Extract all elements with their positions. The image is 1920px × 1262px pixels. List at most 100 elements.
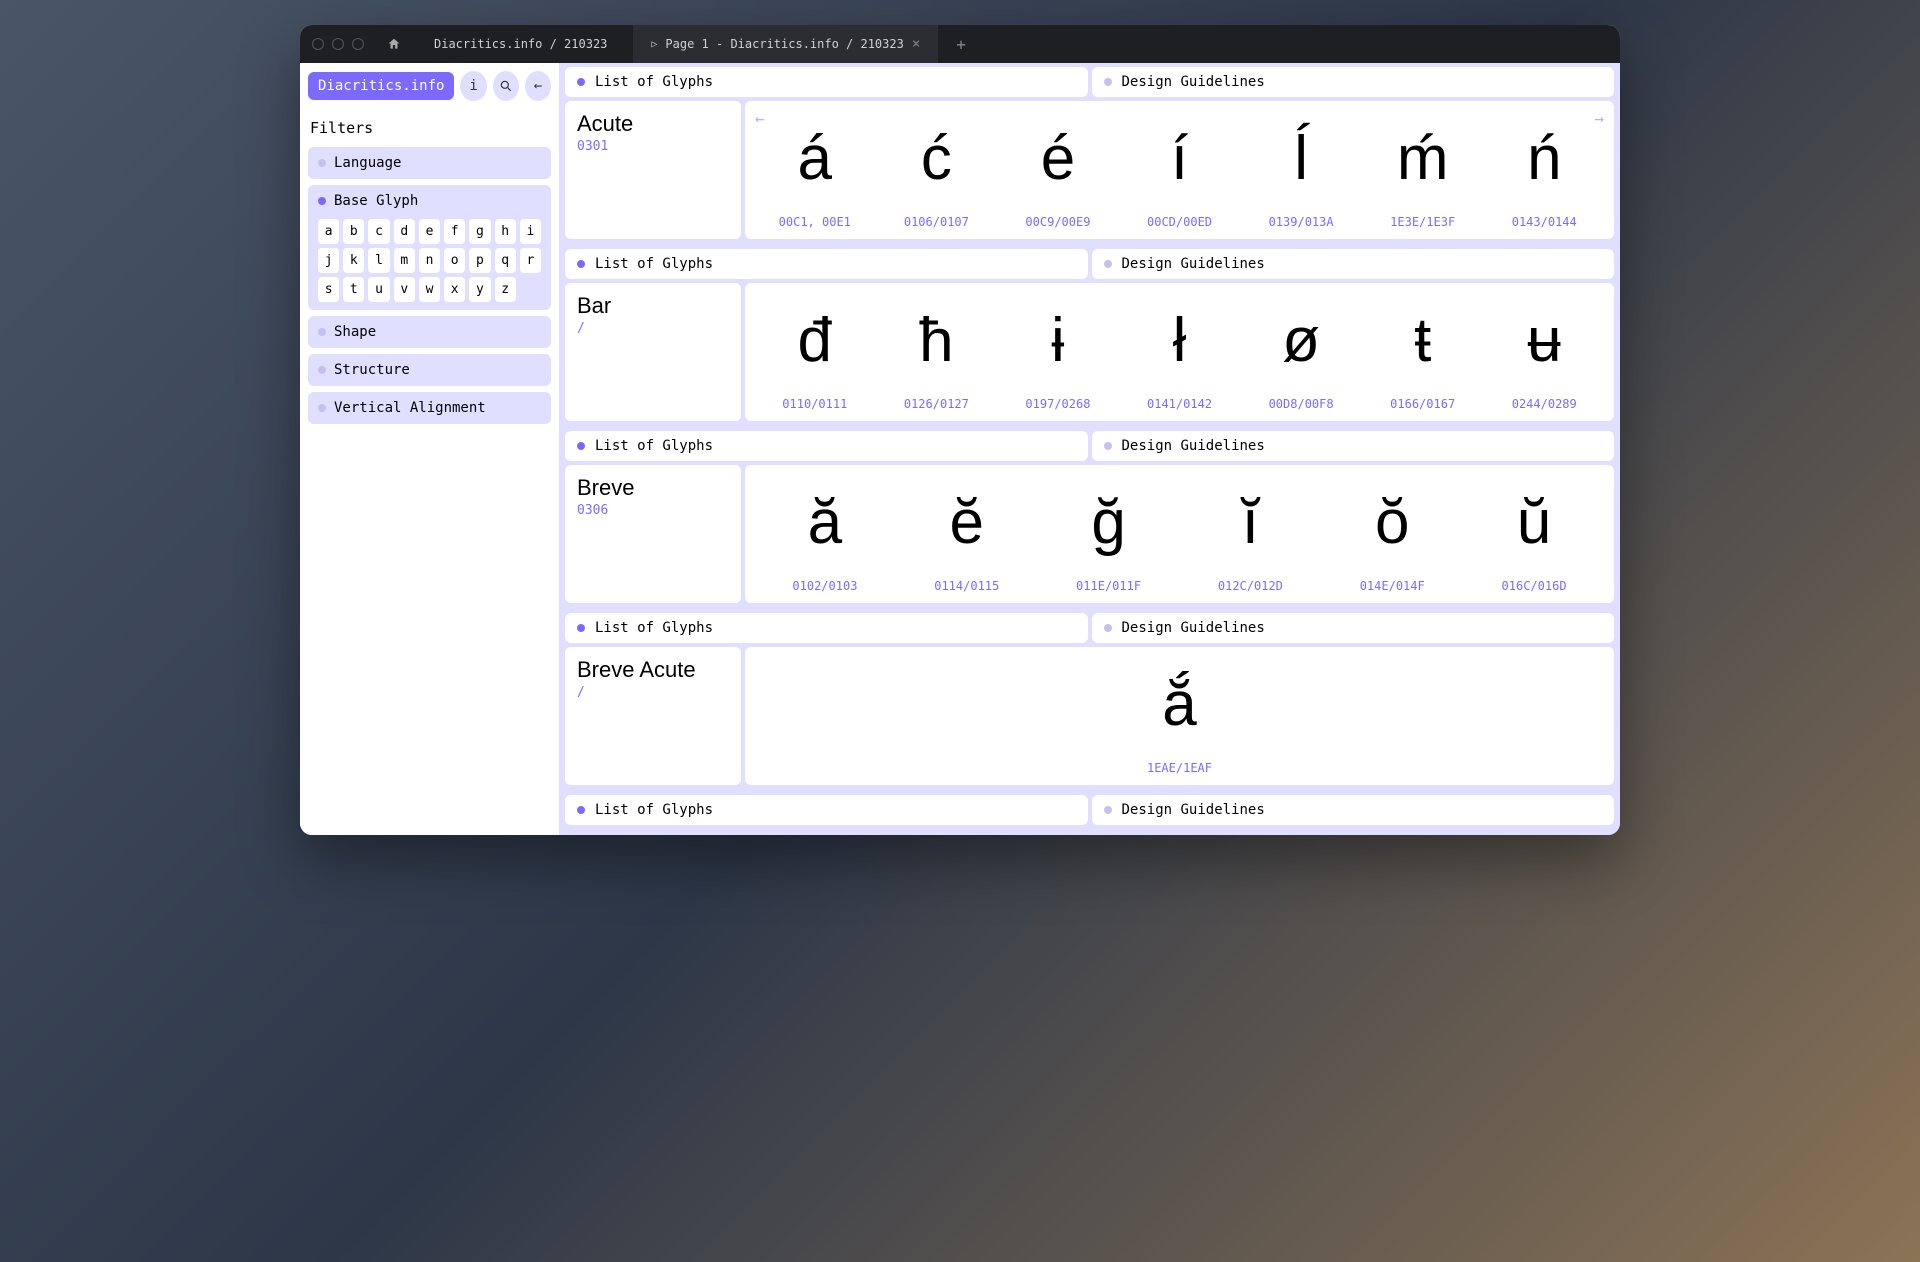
next-arrow-icon[interactable]: → <box>1594 109 1604 128</box>
diacritic-code: / <box>577 685 729 700</box>
tab-design-guidelines[interactable]: Design Guidelines <box>1092 431 1615 461</box>
glyph-cell[interactable]: l <box>368 248 389 273</box>
diacritic-name: Bar <box>577 293 729 319</box>
tab-design-guidelines[interactable]: Design Guidelines <box>1092 613 1615 643</box>
filter-label: Structure <box>334 362 410 378</box>
glyph-item[interactable]: ł0141/0142 <box>1124 291 1236 411</box>
glyph-char: ø <box>1245 301 1357 382</box>
glyph-unicode: 016C/016D <box>1468 579 1600 593</box>
dot-icon <box>577 806 585 814</box>
filter-language[interactable]: Language <box>308 147 551 179</box>
glyph-item[interactable]: ắ1EAE/1EAF <box>759 655 1600 775</box>
close-window-button[interactable] <box>312 38 324 50</box>
glyph-cell[interactable]: t <box>343 277 364 302</box>
tab-design-guidelines[interactable]: Design Guidelines <box>1092 249 1615 279</box>
glyph-cell[interactable]: w <box>419 277 440 302</box>
tab-list-of-glyphs[interactable]: List of Glyphs <box>565 795 1088 825</box>
home-button[interactable] <box>380 30 408 58</box>
glyph-cell[interactable]: v <box>394 277 415 302</box>
glyph-char: ŏ <box>1326 483 1458 564</box>
new-tab-button[interactable]: + <box>946 35 976 54</box>
tab-list-of-glyphs[interactable]: List of Glyphs <box>565 249 1088 279</box>
glyph-char: í <box>1124 119 1236 200</box>
tab-list-of-glyphs[interactable]: List of Glyphs <box>565 67 1088 97</box>
glyph-item[interactable]: ŭ016C/016D <box>1468 473 1600 593</box>
glyph-item[interactable]: ŏ 014E/014F <box>1326 473 1458 593</box>
tab-label: List of Glyphs <box>595 74 713 90</box>
maximize-window-button[interactable] <box>352 38 364 50</box>
glyph-item[interactable]: ŧ0166/0167 <box>1367 291 1479 411</box>
glyph-cell[interactable]: o <box>444 248 465 273</box>
back-button[interactable]: ← <box>525 71 551 101</box>
glyph-cell[interactable]: i <box>520 219 541 244</box>
info-button[interactable]: i <box>460 71 486 101</box>
glyph-item[interactable]: ɨ0197/0268 <box>1002 291 1114 411</box>
glyph-cell[interactable]: b <box>343 219 364 244</box>
glyph-unicode: 0197/0268 <box>1002 397 1114 411</box>
glyph-cell[interactable]: f <box>444 219 465 244</box>
glyph-char: ń <box>1488 119 1600 200</box>
glyph-cell[interactable]: a <box>318 219 339 244</box>
glyph-cell[interactable]: n <box>419 248 440 273</box>
glyph-unicode: 1EAE/1EAF <box>759 761 1600 775</box>
glyph-cell[interactable]: p <box>469 248 490 273</box>
glyph-item[interactable]: ħ0126/0127 <box>881 291 993 411</box>
glyph-item[interactable]: á00C1, 00E1 <box>759 109 871 229</box>
prev-arrow-icon[interactable]: ← <box>755 109 765 128</box>
glyph-cell[interactable]: x <box>444 277 465 302</box>
glyph-item[interactable]: ğ011E/011F <box>1043 473 1175 593</box>
close-tab-icon[interactable]: × <box>912 36 920 52</box>
glyph-cell[interactable]: r <box>520 248 541 273</box>
glyph-char: ḿ <box>1367 119 1479 200</box>
tab-breadcrumb[interactable]: Diacritics.info / 210323 <box>416 25 625 63</box>
glyph-item[interactable]: ĕ0114/0115 <box>901 473 1033 593</box>
tab-list-of-glyphs[interactable]: List of Glyphs <box>565 431 1088 461</box>
filter-base-glyph[interactable]: Base Glyph abcdefghijklmnopqrstuvwxyz <box>308 185 551 310</box>
glyph-item[interactable]: ĭ012C/012D <box>1184 473 1316 593</box>
filter-vertical-alignment[interactable]: Vertical Alignment <box>308 392 551 424</box>
glyph-item[interactable]: ʉ0244/0289 <box>1488 291 1600 411</box>
glyph-cell[interactable]: h <box>495 219 516 244</box>
glyph-cell[interactable]: k <box>343 248 364 273</box>
tab-label: Design Guidelines <box>1122 802 1265 818</box>
glyph-unicode: 014E/014F <box>1326 579 1458 593</box>
filters-title: Filters <box>308 115 551 147</box>
filter-shape[interactable]: Shape <box>308 316 551 348</box>
glyph-cell[interactable]: q <box>495 248 516 273</box>
glyph-item[interactable]: ă0102/0103 <box>759 473 891 593</box>
glyph-item[interactable]: ń0143/0144 <box>1488 109 1600 229</box>
glyph-cell[interactable]: y <box>469 277 490 302</box>
glyph-item[interactable]: ć0106/0107 <box>881 109 993 229</box>
diacritic-label: Breve0306 <box>565 465 741 603</box>
glyph-item[interactable]: í00CD/00ED <box>1124 109 1236 229</box>
minimize-window-button[interactable] <box>332 38 344 50</box>
glyph-char: đ <box>759 301 871 382</box>
glyph-item[interactable]: ĺ0139/013A <box>1245 109 1357 229</box>
brand-badge[interactable]: Diacritics.info <box>308 72 454 100</box>
glyph-cell[interactable]: s <box>318 277 339 302</box>
traffic-lights <box>312 38 364 50</box>
glyph-item[interactable]: ḿ1E3E/1E3F <box>1367 109 1479 229</box>
glyph-item[interactable]: đ0110/0111 <box>759 291 871 411</box>
glyph-cell[interactable]: e <box>419 219 440 244</box>
tab-list-of-glyphs[interactable]: List of Glyphs <box>565 613 1088 643</box>
glyph-item[interactable]: é00C9/00E9 <box>1002 109 1114 229</box>
glyph-cell[interactable]: g <box>469 219 490 244</box>
dot-icon <box>577 442 585 450</box>
glyph-cell[interactable]: d <box>394 219 415 244</box>
dot-icon <box>1104 442 1112 450</box>
glyph-item[interactable]: ø00D8/00F8 <box>1245 291 1357 411</box>
tab-active[interactable]: ▷ Page 1 - Diacritics.info / 210323 × <box>633 25 938 63</box>
glyph-cell[interactable]: z <box>495 277 516 302</box>
tab-design-guidelines[interactable]: Design Guidelines <box>1092 795 1615 825</box>
tab-design-guidelines[interactable]: Design Guidelines <box>1092 67 1615 97</box>
diacritic-label: Acute0301 <box>565 101 741 239</box>
filter-structure[interactable]: Structure <box>308 354 551 386</box>
glyph-unicode: 0102/0103 <box>759 579 891 593</box>
tab-label: Design Guidelines <box>1122 620 1265 636</box>
search-button[interactable] <box>493 71 519 101</box>
glyph-cell[interactable]: u <box>368 277 389 302</box>
glyph-cell[interactable]: j <box>318 248 339 273</box>
glyph-cell[interactable]: c <box>368 219 389 244</box>
glyph-cell[interactable]: m <box>394 248 415 273</box>
